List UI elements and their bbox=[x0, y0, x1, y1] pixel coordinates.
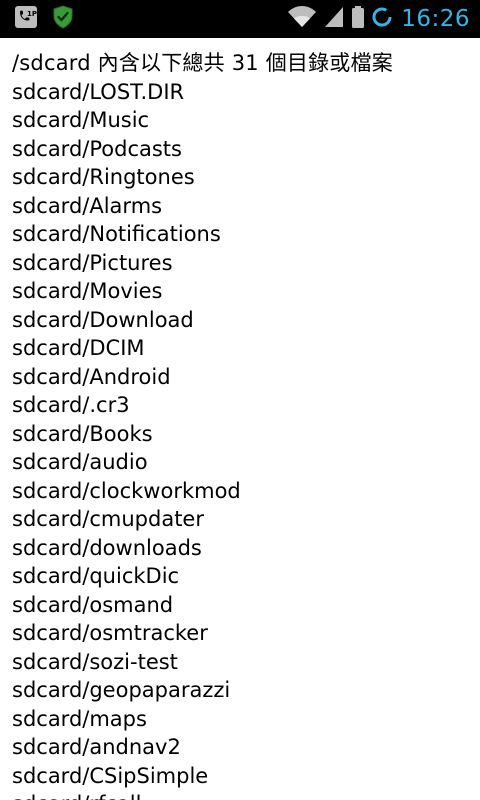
list-item: sdcard/Books bbox=[12, 421, 153, 446]
list-item: sdcard/Android bbox=[12, 364, 171, 389]
list-item: sdcard/maps bbox=[12, 706, 147, 731]
listing-text: /sdcard 內含以下總共 31 個目錄或檔案 sdcard/LOST.DIR… bbox=[12, 49, 472, 800]
list-item: sdcard/clockworkmod bbox=[12, 478, 241, 503]
list-item: sdcard/audio bbox=[12, 450, 148, 474]
list-item: sdcard/cmupdater bbox=[12, 507, 204, 531]
list-item: sdcard/Ringtones bbox=[12, 165, 195, 189]
svg-text:1P: 1P bbox=[27, 10, 37, 18]
list-item: sdcard/Pictures bbox=[12, 250, 173, 275]
list-item: sdcard/quickDic bbox=[12, 564, 180, 588]
list-item: sdcard/geopaparazzi bbox=[12, 678, 231, 702]
list-item: sdcard/andnav2 bbox=[12, 735, 181, 759]
list-item: sdcard/.cr3 bbox=[12, 393, 130, 417]
list-item: sdcard/Podcasts bbox=[12, 136, 182, 161]
list-item: sdcard/LOST.DIR bbox=[12, 79, 185, 104]
shield-icon bbox=[52, 5, 74, 33]
sync-icon bbox=[371, 5, 393, 33]
wifi-icon bbox=[287, 5, 317, 33]
system-icons: 16:26 bbox=[287, 4, 470, 34]
list-item: sdcard/Download bbox=[12, 307, 194, 332]
list-item: sdcard/Notifications bbox=[12, 222, 221, 246]
listing-header: /sdcard 內含以下總共 31 個目錄或檔案 bbox=[12, 51, 393, 75]
list-item: sdcard/Music bbox=[12, 108, 150, 132]
list-item: sdcard/Alarms bbox=[12, 193, 163, 218]
list-item: sdcard/osmand bbox=[12, 592, 174, 617]
list-item: sdcard/downloads bbox=[12, 535, 202, 560]
list-item: sdcard/osmtracker bbox=[12, 621, 208, 645]
status-clock: 16:26 bbox=[401, 6, 470, 32]
list-item: sdcard/rfcall bbox=[12, 790, 472, 800]
status-bar: 1P 16:26 bbox=[0, 0, 480, 38]
list-item: sdcard/CSipSimple bbox=[12, 763, 209, 788]
voicemail-icon: 1P bbox=[14, 5, 38, 33]
signal-icon bbox=[323, 5, 345, 33]
list-item: sdcard/DCIM bbox=[12, 336, 145, 360]
directory-listing[interactable]: /sdcard 內含以下總共 31 個目錄或檔案 sdcard/LOST.DIR… bbox=[0, 38, 480, 800]
list-item: sdcard/sozi-test bbox=[12, 649, 178, 674]
list-item: sdcard/Movies bbox=[12, 279, 163, 303]
entry-list: sdcard/LOST.DIR sdcard/Music sdcard/Podcas… bbox=[12, 78, 472, 800]
battery-icon bbox=[351, 5, 365, 33]
notification-icons: 1P bbox=[14, 5, 74, 33]
